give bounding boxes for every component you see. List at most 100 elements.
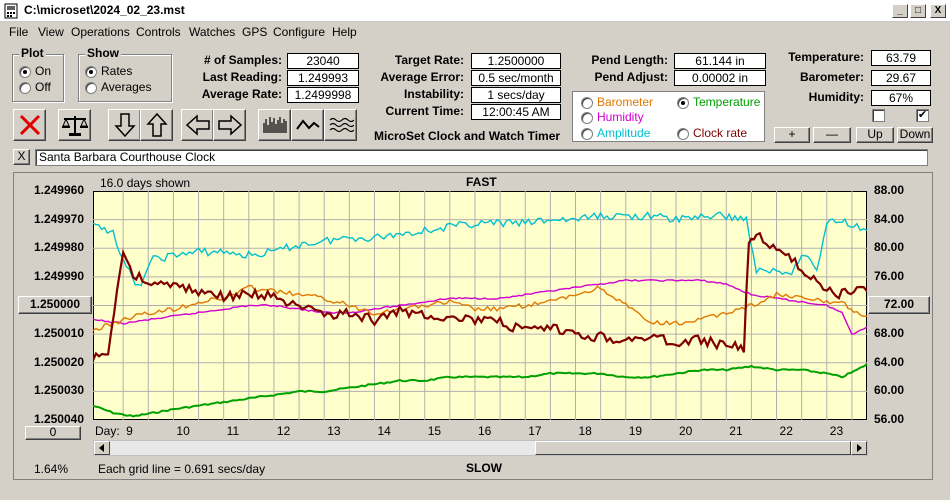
day-tick-label: 11	[226, 424, 240, 438]
show-group-title: Show	[85, 46, 121, 60]
pend-length-value: 61.144 in	[674, 53, 766, 69]
maximize-button[interactable]: □	[910, 4, 926, 18]
menu-watches[interactable]: Watches	[189, 25, 235, 39]
arrow-right-icon	[217, 114, 242, 136]
left-axis-tick-label: 1.249960	[33, 183, 84, 197]
center-sensor-button[interactable]: 72.00	[868, 296, 930, 314]
left-axis-tick-label: 1.250010	[33, 326, 84, 341]
day-tick-label: 16	[477, 424, 492, 438]
average-rate-label: Average Rate:	[201, 87, 282, 101]
right-axis-tick-label: 80.00	[874, 240, 905, 255]
percent-label: 1.64%	[34, 462, 69, 476]
day-tick-label: 14	[377, 424, 391, 438]
left-axis-tick-label: 1.250030	[33, 383, 84, 398]
left-checkbox[interactable]	[872, 109, 885, 122]
balance-button[interactable]	[58, 109, 91, 141]
show-group: Show Rates Averages	[78, 46, 172, 102]
menu-help[interactable]: Help	[332, 25, 357, 39]
balance-scale-icon	[61, 116, 88, 136]
right-checkbox[interactable]: ✔	[916, 109, 929, 122]
bar-ticks-icon	[262, 117, 287, 133]
radio-icon	[581, 127, 593, 140]
raw-data-button[interactable]	[258, 109, 291, 141]
samples-label: # of Samples:	[203, 53, 282, 67]
horizontal-scrollbar[interactable]	[93, 440, 868, 456]
filter-data-button[interactable]	[324, 109, 357, 141]
day-tick-label: 13	[327, 424, 341, 438]
app-icon	[4, 3, 18, 19]
plot-on-radio[interactable]: On	[19, 64, 51, 80]
menu-file[interactable]: File	[9, 25, 28, 39]
sensor-clockrate-label: Clock rate	[693, 126, 748, 140]
menu-view[interactable]: View	[38, 25, 64, 39]
humidity-label: Humidity:	[808, 90, 864, 104]
left-axis-tick-label: 1.249990	[33, 268, 84, 283]
pend-length-label: Pend Length:	[591, 53, 668, 67]
zoom-out-button[interactable]: —	[813, 127, 851, 143]
sensor-amplitude-radio[interactable]: Amplitude	[581, 126, 650, 142]
zoom-in-button[interactable]: +	[774, 127, 810, 143]
menu-gps[interactable]: GPS	[242, 25, 267, 39]
average-error-label: Average Error:	[380, 70, 464, 84]
show-rates-radio[interactable]: Rates	[85, 64, 132, 80]
close-window-button[interactable]: X	[930, 4, 946, 18]
sensor-temperature-radio[interactable]: Temperature	[677, 95, 760, 111]
right-axis-tick-label: 88.00	[874, 183, 905, 197]
stop-button[interactable]	[13, 109, 46, 141]
scroll-down-button[interactable]: Down	[897, 127, 933, 143]
day-tick-label: 20	[679, 424, 693, 438]
triangle-left-icon	[99, 444, 104, 452]
smooth-data-button[interactable]	[291, 109, 324, 141]
arrow-up-icon	[145, 112, 168, 137]
wave-icon	[295, 119, 320, 130]
minimize-button[interactable]: _	[892, 4, 908, 18]
left-axis-tick-label: 1.250040	[33, 412, 84, 426]
scroll-up-button[interactable]: Up	[856, 127, 894, 143]
triangle-right-icon	[857, 444, 862, 452]
multi-wave-icon	[329, 117, 354, 133]
radio-icon	[581, 111, 593, 124]
menu-controls[interactable]: Controls	[136, 25, 181, 39]
grid-note: Each grid line = 0.691 secs/day	[98, 462, 266, 476]
temperature-label: Temperature:	[788, 50, 864, 64]
sensor-humidity-label: Humidity	[597, 110, 644, 124]
sensor-humidity-radio[interactable]: Humidity	[581, 110, 644, 126]
day-tick-label: 23	[829, 424, 844, 438]
arrow-left-icon	[185, 114, 210, 136]
right-axis-tick-label: 60.00	[874, 383, 905, 398]
app-caption: MicroSet Clock and Watch Timer	[374, 129, 561, 143]
radio-icon	[581, 96, 593, 109]
barometer-label: Barometer:	[799, 70, 864, 84]
current-time-value: 12:00:45 AM	[471, 104, 561, 120]
clear-clock-name-button[interactable]: X	[13, 149, 30, 165]
radio-selected-icon	[677, 96, 689, 109]
sensor-clockrate-radio[interactable]: Clock rate	[677, 126, 747, 142]
menu-bar: File View Operations Controls Watches GP…	[0, 22, 950, 42]
rate-up-button[interactable]	[140, 109, 173, 141]
instability-label: Instability:	[403, 87, 464, 101]
sensor-barometer-radio[interactable]: Barometer	[581, 95, 653, 111]
plot-on-label: On	[35, 64, 52, 78]
clock-name-input[interactable]: Santa Barbara Courthouse Clock	[35, 149, 928, 166]
menu-configure[interactable]: Configure	[273, 25, 325, 39]
show-averages-radio[interactable]: Averages	[85, 80, 151, 96]
offset-zero-button[interactable]: 0	[25, 426, 81, 440]
rate-down-button[interactable]	[108, 109, 141, 141]
right-axis-tick-label: 56.00	[874, 412, 905, 426]
temperature-value: 63.79	[871, 50, 931, 66]
scroll-left-arrow[interactable]	[94, 441, 110, 455]
scroll-right-arrow[interactable]	[851, 441, 867, 455]
pend-adjust-value: 0.00002 in	[674, 70, 766, 86]
menu-operations[interactable]: Operations	[71, 25, 130, 39]
plot-off-radio[interactable]: Off	[19, 80, 51, 96]
radio-selected-icon	[85, 65, 97, 78]
center-rate-button[interactable]: 1.250000	[18, 296, 92, 314]
scroll-right-button[interactable]	[213, 109, 246, 141]
radio-selected-icon	[19, 65, 31, 78]
scroll-left-button[interactable]	[181, 109, 214, 141]
right-axis-tick-label: 64.00	[874, 354, 905, 369]
show-rates-label: Rates	[101, 64, 133, 78]
sensor-select-panel: Barometer Temperature Humidity Clock rat…	[572, 91, 765, 142]
average-rate-value: 1.2499998	[287, 87, 359, 103]
scroll-thumb[interactable]	[535, 441, 851, 455]
